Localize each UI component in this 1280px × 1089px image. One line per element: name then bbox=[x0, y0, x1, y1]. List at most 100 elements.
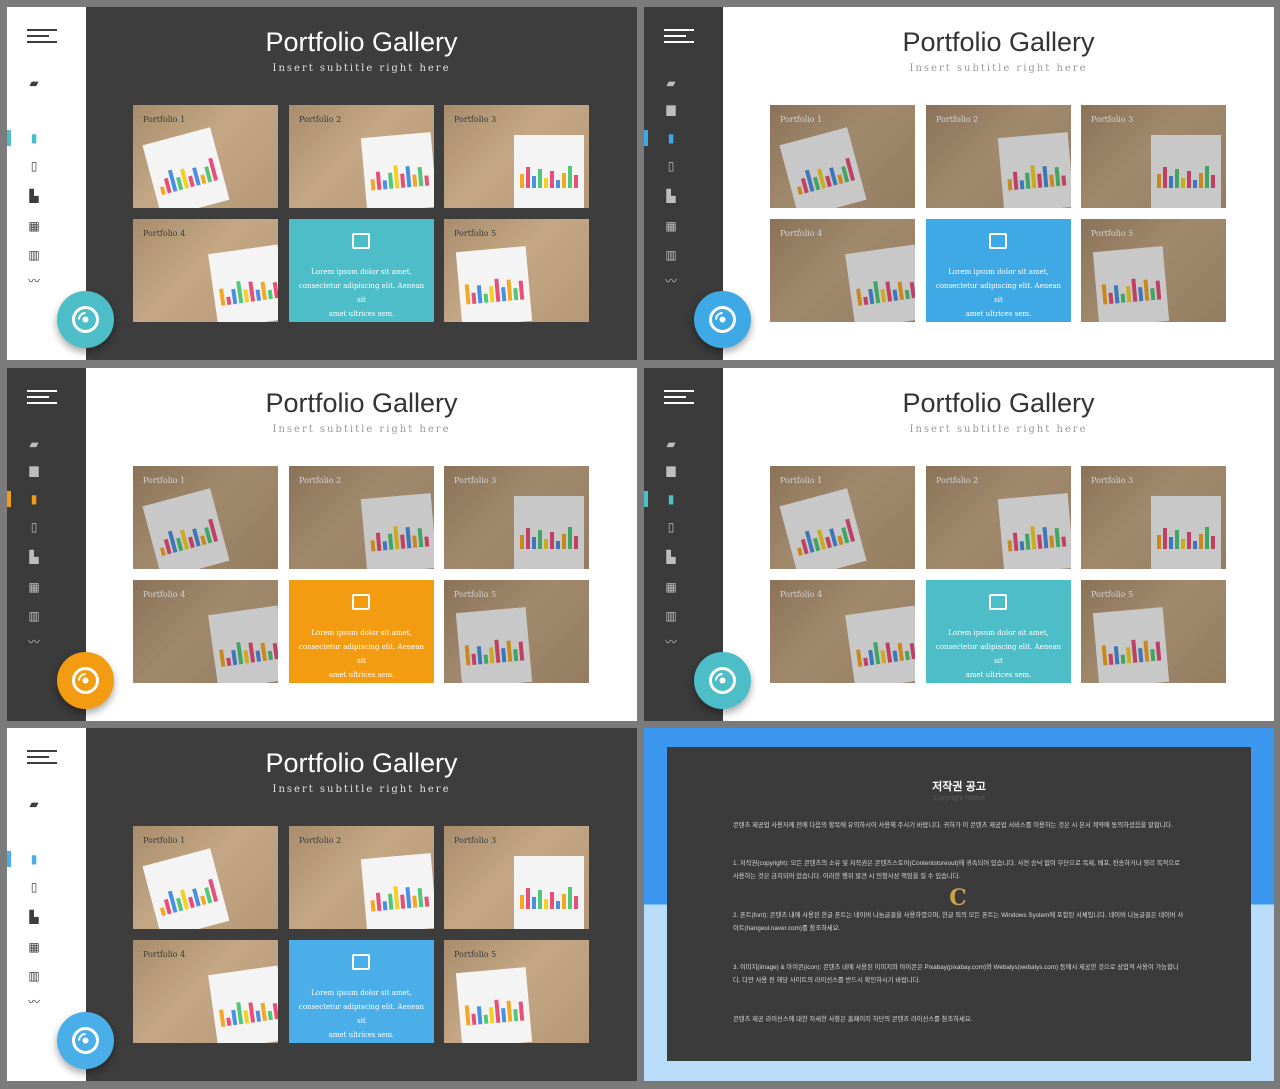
portfolio-tile[interactable]: Portfolio 4 bbox=[770, 580, 915, 683]
grid-icon[interactable]: ▦ bbox=[664, 581, 678, 593]
feature-tile[interactable]: Lorem ipsum dolor sit amet, consectetur a… bbox=[289, 219, 434, 322]
menu-icon[interactable] bbox=[27, 29, 57, 47]
menu-icon[interactable] bbox=[664, 29, 694, 47]
bar-chart-icon[interactable]: ▥ bbox=[27, 249, 41, 261]
menu-icon[interactable] bbox=[27, 750, 57, 768]
portfolio-tile[interactable]: Portfolio 5 bbox=[1081, 580, 1226, 683]
portfolio-tile[interactable]: Portfolio 5 bbox=[444, 580, 589, 683]
disc-icon-button[interactable] bbox=[694, 291, 751, 348]
portfolio-tile[interactable]: Portfolio 3 bbox=[1081, 105, 1226, 208]
line-chart-icon[interactable]: 〰 bbox=[27, 636, 41, 648]
portfolio-tile[interactable]: Portfolio 4 bbox=[133, 940, 278, 1043]
mobile-icon[interactable]: ▯ bbox=[664, 160, 678, 172]
portfolio-tile[interactable]: Portfolio 5 bbox=[444, 940, 589, 1043]
line-chart-icon[interactable]: 〰 bbox=[664, 275, 678, 287]
slide-content: Portfolio Gallery Insert subtitle right h… bbox=[86, 728, 637, 1081]
portfolio-tile-label: Portfolio 1 bbox=[780, 476, 823, 485]
line-chart-icon[interactable]: 〰 bbox=[27, 275, 41, 287]
notice-intro: 콘텐츠 제공업 사용자께 전에 다음의 항목에 유의하시어 사용해 주시기 바랍… bbox=[733, 822, 1173, 829]
home-icon[interactable]: ▰ bbox=[27, 798, 41, 810]
mobile-icon[interactable]: ▯ bbox=[27, 881, 41, 893]
disc-icon-button[interactable] bbox=[694, 652, 751, 709]
portfolio-tile[interactable]: Portfolio 2 bbox=[926, 105, 1071, 208]
users-icon[interactable]: ▆ bbox=[27, 464, 41, 476]
disc-icon-button[interactable] bbox=[57, 291, 114, 348]
grid-icon[interactable]: ▦ bbox=[27, 220, 41, 232]
portfolio-tile[interactable]: Portfolio 1 bbox=[770, 105, 915, 208]
book-icon[interactable]: ▮ bbox=[664, 493, 678, 505]
notice-panel: 저작권 공고 Copyright Notice 콘텐츠 제공업 사용자께 전에 … bbox=[667, 747, 1251, 1061]
portfolio-tile[interactable]: Portfolio 5 bbox=[444, 219, 589, 322]
disc-icon-button[interactable] bbox=[57, 1012, 114, 1069]
portfolio-tile[interactable]: Portfolio 3 bbox=[444, 105, 589, 208]
notice-outro: 콘텐츠 제공 라이선스에 대한 자세한 사항은 홈페이지 하단의 콘텐츠 라이선… bbox=[733, 1016, 973, 1023]
portfolio-tile[interactable]: Portfolio 1 bbox=[133, 466, 278, 569]
feature-text: Lorem ipsum dolor sit amet, consectetur a… bbox=[935, 268, 1062, 318]
chart-paper-photo bbox=[360, 853, 434, 929]
users-icon[interactable]: ▆ bbox=[664, 103, 678, 115]
portfolio-tile[interactable]: Portfolio 2 bbox=[289, 826, 434, 929]
portfolio-tile-label: Portfolio 5 bbox=[1091, 590, 1134, 599]
portfolio-tile[interactable]: Portfolio 1 bbox=[770, 466, 915, 569]
line-chart-icon[interactable]: 〰 bbox=[27, 996, 41, 1008]
slide-content: Portfolio Gallery Insert subtitle right h… bbox=[723, 368, 1274, 721]
grid-icon[interactable]: ▦ bbox=[664, 220, 678, 232]
menu-icon[interactable] bbox=[27, 390, 57, 408]
book-icon[interactable]: ▮ bbox=[27, 132, 41, 144]
feature-text: Lorem ipsum dolor sit amet, consectetur a… bbox=[935, 629, 1062, 679]
book-icon[interactable]: ▮ bbox=[27, 493, 41, 505]
book-icon[interactable]: ▮ bbox=[27, 853, 41, 865]
portfolio-tile[interactable]: Portfolio 4 bbox=[133, 219, 278, 322]
line-chart-icon[interactable]: 〰 bbox=[664, 636, 678, 648]
portfolio-tile-label: Portfolio 3 bbox=[454, 836, 497, 845]
thumbs-up-icon[interactable]: ▙ bbox=[27, 190, 41, 202]
thumbs-up-icon[interactable]: ▙ bbox=[664, 551, 678, 563]
mobile-icon[interactable]: ▯ bbox=[27, 521, 41, 533]
slide-content: Portfolio Gallery Insert subtitle right h… bbox=[723, 7, 1274, 360]
bar-chart-icon[interactable]: ▥ bbox=[664, 610, 678, 622]
portfolio-tile[interactable]: Portfolio 5 bbox=[1081, 219, 1226, 322]
chart-paper-photo bbox=[997, 132, 1071, 208]
thumbs-up-icon[interactable]: ▙ bbox=[27, 911, 41, 923]
notice-subtitle: Copyright Notice bbox=[933, 795, 985, 802]
home-icon[interactable]: ▰ bbox=[27, 77, 41, 89]
chart-paper-photo bbox=[208, 244, 278, 322]
portfolio-tile[interactable]: Portfolio 2 bbox=[926, 466, 1071, 569]
chart-paper-photo bbox=[142, 488, 230, 569]
portfolio-tile[interactable]: Portfolio 3 bbox=[444, 826, 589, 929]
portfolio-tile[interactable]: Portfolio 3 bbox=[444, 466, 589, 569]
chart-paper-photo bbox=[455, 607, 533, 683]
users-icon[interactable]: ▆ bbox=[664, 464, 678, 476]
mobile-icon[interactable]: ▯ bbox=[664, 521, 678, 533]
portfolio-tile-label: Portfolio 5 bbox=[1091, 229, 1134, 238]
mobile-icon[interactable]: ▯ bbox=[27, 160, 41, 172]
bar-chart-icon[interactable]: ▥ bbox=[27, 610, 41, 622]
portfolio-tile-label: Portfolio 1 bbox=[143, 836, 186, 845]
bar-chart-icon[interactable]: ▥ bbox=[27, 970, 41, 982]
portfolio-tile[interactable]: Portfolio 4 bbox=[133, 580, 278, 683]
home-icon[interactable]: ▰ bbox=[27, 438, 41, 450]
portfolio-tile[interactable]: Portfolio 2 bbox=[289, 105, 434, 208]
portfolio-tile[interactable]: Portfolio 1 bbox=[133, 105, 278, 208]
home-icon[interactable]: ▰ bbox=[664, 438, 678, 450]
grid-icon[interactable]: ▦ bbox=[27, 941, 41, 953]
image-icon bbox=[352, 594, 370, 610]
portfolio-tile[interactable]: Portfolio 4 bbox=[770, 219, 915, 322]
book-icon[interactable]: ▮ bbox=[664, 132, 678, 144]
grid-icon[interactable]: ▦ bbox=[27, 581, 41, 593]
feature-tile[interactable]: Lorem ipsum dolor sit amet, consectetur a… bbox=[289, 580, 434, 683]
portfolio-tile[interactable]: Portfolio 2 bbox=[289, 466, 434, 569]
portfolio-tile[interactable]: Portfolio 1 bbox=[133, 826, 278, 929]
feature-tile[interactable]: Lorem ipsum dolor sit amet, consectetur a… bbox=[926, 219, 1071, 322]
thumbs-up-icon[interactable]: ▙ bbox=[664, 190, 678, 202]
portfolio-tile[interactable]: Portfolio 3 bbox=[1081, 466, 1226, 569]
thumbs-up-icon[interactable]: ▙ bbox=[27, 551, 41, 563]
disc-icon-button[interactable] bbox=[57, 652, 114, 709]
feature-tile[interactable]: Lorem ipsum dolor sit amet, consectetur a… bbox=[926, 580, 1071, 683]
chart-paper-photo bbox=[514, 496, 584, 569]
home-icon[interactable]: ▰ bbox=[664, 77, 678, 89]
bar-chart-icon[interactable]: ▥ bbox=[664, 249, 678, 261]
menu-icon[interactable] bbox=[664, 390, 694, 408]
portfolio-tile-label: Portfolio 2 bbox=[299, 836, 342, 845]
feature-tile[interactable]: Lorem ipsum dolor sit amet, consectetur a… bbox=[289, 940, 434, 1043]
